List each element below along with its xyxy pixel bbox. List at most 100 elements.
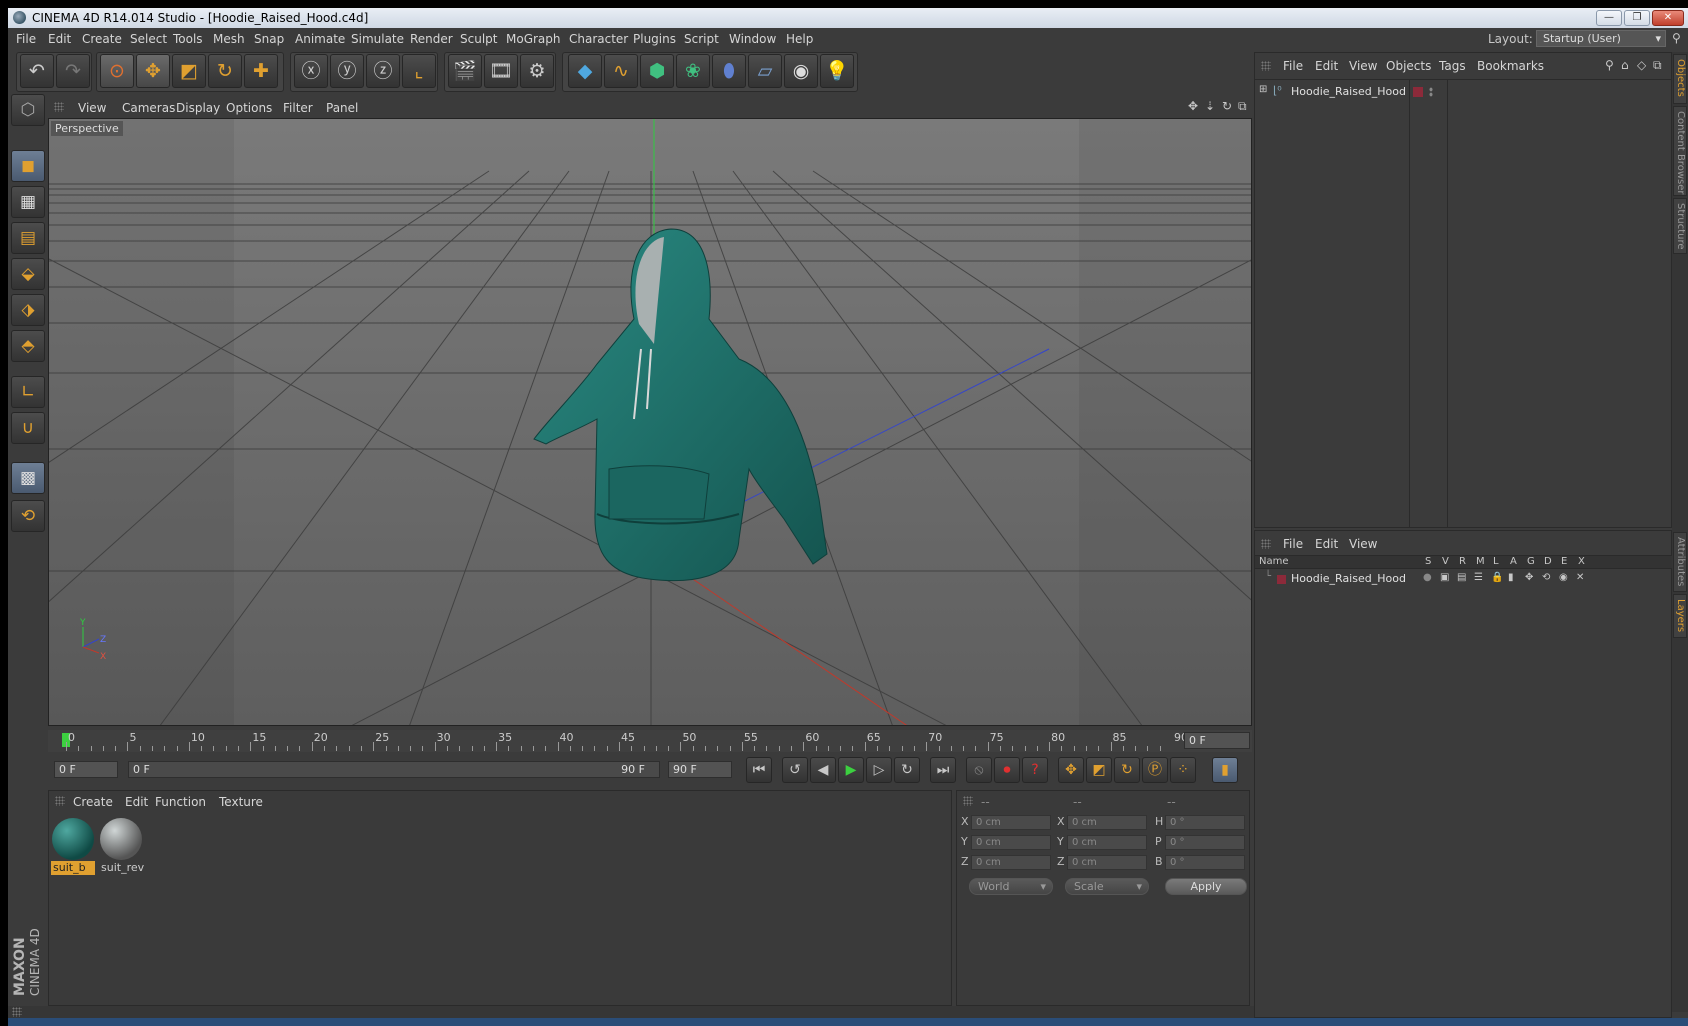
close-button[interactable]: ✕ — [1652, 10, 1684, 26]
material-menu-create[interactable]: Create — [73, 795, 113, 809]
coordinate-system-icon[interactable]: ⌞ — [402, 54, 436, 88]
layers-menu-file[interactable]: File — [1283, 537, 1303, 551]
objects-menu-edit[interactable]: Edit — [1315, 59, 1338, 73]
play-icon[interactable]: ▶ — [838, 757, 864, 783]
axis-mode-icon[interactable]: ∟ — [11, 376, 45, 408]
panel-grip[interactable] — [963, 796, 973, 806]
perspective-viewport[interactable]: Y Z X Perspective — [48, 118, 1252, 726]
go-to-end-icon[interactable]: ⏭ — [930, 757, 956, 783]
floor-icon[interactable]: ▱ — [748, 54, 782, 88]
light-icon[interactable]: 💡 — [820, 54, 854, 88]
timeline-window-icon[interactable]: ▮ — [1212, 757, 1238, 783]
key-scale-icon[interactable]: ◩ — [1086, 757, 1112, 783]
generators-icon[interactable]: ✥ — [1525, 572, 1533, 583]
add-object-icon[interactable]: ✚ — [244, 54, 278, 88]
menu-file[interactable]: File — [16, 32, 36, 46]
viewport-menu-cameras[interactable]: Cameras — [122, 101, 175, 115]
visibility-dots[interactable] — [1429, 87, 1433, 97]
menu-animate[interactable]: Animate — [295, 32, 345, 46]
back-icon[interactable]: ◇ — [1637, 58, 1646, 72]
edges-mode-icon[interactable]: ⬗ — [11, 294, 45, 326]
objects-menu-view[interactable]: View — [1349, 59, 1377, 73]
previous-keyframe-icon[interactable]: ↺ — [782, 757, 808, 783]
pos-x-field[interactable]: 0 cm — [971, 815, 1051, 830]
home-icon[interactable]: ⌂ — [1621, 58, 1629, 72]
model-mode-icon[interactable]: ◼ — [11, 150, 45, 182]
animation-lock-icon[interactable]: ⟲ — [11, 500, 45, 532]
current-frame-field[interactable]: 0 F — [1184, 732, 1250, 749]
panel-grip[interactable] — [1261, 61, 1271, 71]
panel-grip[interactable] — [1261, 539, 1271, 549]
search-icon[interactable]: ⚲ — [1605, 58, 1614, 72]
manager-visible-icon[interactable]: ☰ — [1474, 572, 1483, 583]
coordinate-space-dropdown[interactable]: World ▾ — [969, 878, 1053, 895]
menu-select[interactable]: Select — [130, 32, 167, 46]
objects-menu-file[interactable]: File — [1283, 59, 1303, 73]
layers-menu-view[interactable]: View — [1349, 537, 1377, 551]
material-swatch-suit-b[interactable]: suit_b — [51, 817, 95, 875]
deformer-icon[interactable]: ⬮ — [712, 54, 746, 88]
menu-character[interactable]: Character — [569, 32, 628, 46]
search-icon[interactable]: ⚲ — [1672, 31, 1681, 45]
move-view-icon[interactable]: ✥ — [1188, 99, 1198, 113]
tab-structure[interactable]: Structure — [1673, 198, 1687, 254]
maximize-view-icon[interactable]: ⧉ — [1238, 99, 1247, 114]
objects-menu-tags[interactable]: Tags — [1439, 59, 1466, 73]
make-editable-icon[interactable]: ⬡ — [11, 94, 45, 126]
pos-z-field[interactable]: 0 cm — [971, 855, 1051, 870]
rotate-view-icon[interactable]: ↻ — [1222, 99, 1232, 113]
snap-grid-icon[interactable]: ▩ — [11, 462, 45, 494]
keyframe-selection-icon[interactable]: ⦸ — [966, 757, 992, 783]
panel-grip[interactable] — [54, 102, 64, 112]
size-x-field[interactable]: 0 cm — [1067, 815, 1147, 830]
go-to-start-icon[interactable]: ⏮ — [746, 757, 772, 783]
key-parameter-icon[interactable]: Ⓟ — [1142, 757, 1168, 783]
view-visible-icon[interactable]: ▣ — [1440, 572, 1449, 583]
undo-icon[interactable]: ↶ — [20, 54, 54, 88]
move-icon[interactable]: ✥ — [136, 54, 170, 88]
zoom-view-icon[interactable]: ⇣ — [1205, 99, 1215, 113]
key-point-level-icon[interactable]: ⁘ — [1170, 757, 1196, 783]
layer-color-swatch[interactable] — [1413, 87, 1423, 97]
record-icon[interactable]: ⏺ — [994, 757, 1020, 783]
tab-content-browser[interactable]: Content Browser — [1673, 106, 1687, 196]
minimize-button[interactable]: — — [1596, 10, 1622, 26]
workplane-icon[interactable]: ▤ — [11, 222, 45, 254]
size-y-field[interactable]: 0 cm — [1067, 835, 1147, 850]
rot-b-field[interactable]: 0 ° — [1165, 855, 1245, 870]
end-frame-field[interactable]: 90 F — [668, 761, 732, 778]
render-visible-icon[interactable]: ▤ — [1457, 572, 1466, 583]
tab-objects[interactable]: Objects — [1673, 54, 1687, 104]
object-row[interactable]: ⊞ ⌊⁰ Hoodie_Raised_Hood — [1259, 83, 1409, 101]
panel-grip[interactable] — [55, 796, 65, 806]
pos-y-field[interactable]: 0 cm — [971, 835, 1051, 850]
menu-script[interactable]: Script — [684, 32, 719, 46]
render-picture-viewer-icon[interactable]: 🎞 — [484, 54, 518, 88]
menu-sculpt[interactable]: Sculpt — [460, 32, 497, 46]
y-axis-lock-icon[interactable]: ⓨ — [330, 54, 364, 88]
auto-keyframe-icon[interactable]: ? — [1022, 757, 1048, 783]
locked-icon[interactable]: 🔒 — [1491, 572, 1503, 583]
menu-simulate[interactable]: Simulate — [351, 32, 404, 46]
restore-button[interactable]: ❐ — [1624, 10, 1650, 26]
subdivision-surface-icon[interactable]: ⬢ — [640, 54, 674, 88]
material-menu-texture[interactable]: Texture — [219, 795, 263, 809]
menu-snap[interactable]: Snap — [254, 32, 284, 46]
viewport-menu-view[interactable]: View — [78, 101, 106, 115]
timeline-ruler[interactable]: 0 5 10 15 20 25 30 35 40 45 50 55 60 65 70 75 80 85 90 0 F — [48, 730, 1252, 752]
tab-layers[interactable]: Layers — [1673, 594, 1687, 638]
points-mode-icon[interactable]: ⬙ — [11, 258, 45, 290]
menu-create[interactable]: Create — [82, 32, 122, 46]
render-settings-icon[interactable]: ⚙ — [520, 54, 554, 88]
solo-icon[interactable]: ● — [1423, 572, 1432, 583]
key-rotation-icon[interactable]: ↻ — [1114, 757, 1140, 783]
render-view-icon[interactable]: 🎬 — [448, 54, 482, 88]
menu-render[interactable]: Render — [410, 32, 453, 46]
layers-menu-edit[interactable]: Edit — [1315, 537, 1338, 551]
spline-pen-icon[interactable]: ∿ — [604, 54, 638, 88]
layout-dropdown[interactable]: Startup (User) ▾ — [1536, 30, 1666, 47]
menu-edit[interactable]: Edit — [48, 32, 71, 46]
animation-icon[interactable]: ▮ — [1508, 572, 1514, 583]
menu-mesh[interactable]: Mesh — [213, 32, 245, 46]
xref-icon[interactable]: ✕ — [1576, 572, 1584, 583]
